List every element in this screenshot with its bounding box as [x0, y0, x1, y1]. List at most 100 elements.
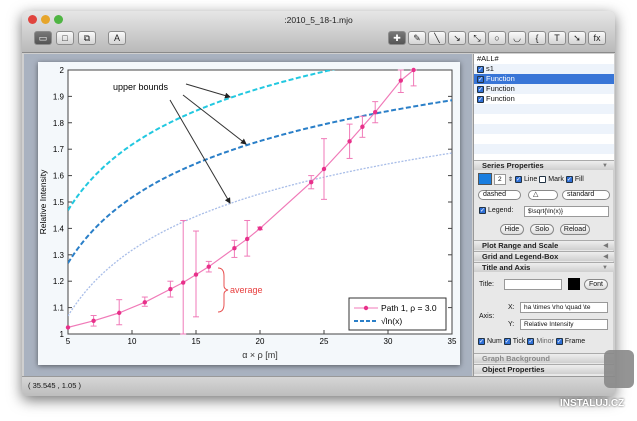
graph-background-header[interactable]: Graph Background	[474, 353, 614, 363]
title-axis-header[interactable]: Title and Axis ▼	[474, 262, 614, 272]
series-list-item[interactable]: #ALL#	[474, 54, 614, 64]
font-button[interactable]: A	[108, 31, 126, 45]
line-tool-button[interactable]: ╲	[428, 31, 446, 45]
disclosure-left-icon: ◀	[603, 254, 608, 260]
view-graph-button[interactable]: □	[56, 31, 74, 45]
graph-paper[interactable]: 5 10 15 20 25 30 35 1 1.1 1.2 1.3 1.4 1.5 1.6 1.7 1.8 1.…	[38, 62, 460, 365]
series-label: Function	[486, 84, 515, 93]
y-tick-label: 1.4	[53, 224, 65, 233]
tick-label: Tick	[512, 338, 526, 345]
series-checkbox[interactable]: ✓	[477, 65, 484, 73]
x-tick-label: 10	[128, 337, 137, 346]
x-axis-label: X:	[508, 304, 515, 311]
solo-button[interactable]: Solo	[530, 224, 554, 235]
pencil-tool-button[interactable]: ✎	[408, 31, 426, 45]
legend-checkbox[interactable]: ✓	[479, 207, 486, 214]
text-tool-button[interactable]: T	[548, 31, 566, 45]
y-axis-field[interactable]: Relative Intensity	[520, 319, 608, 330]
series-list[interactable]: #ALL# ✓ s1 ✓ Function ✓ Function ✓ Function	[474, 54, 614, 160]
data-point	[411, 67, 416, 73]
stepper-icon[interactable]: ⇕	[508, 176, 513, 183]
data-point	[91, 318, 96, 323]
section-title: Plot Range and Scale	[482, 241, 559, 250]
y-tick-label: 2	[60, 66, 65, 75]
mode-select[interactable]: standard	[562, 190, 610, 200]
arrow-tool-button[interactable]: ↘	[448, 31, 466, 45]
data-point	[398, 78, 403, 83]
series-checkbox[interactable]: ✓	[477, 75, 484, 83]
line-width-field[interactable]: 2	[494, 173, 506, 185]
y-tick-label: 1.9	[53, 92, 65, 101]
y-tick-label: 1.2	[53, 277, 65, 286]
tick-checkbox[interactable]: ✓	[503, 338, 511, 345]
series-checkbox[interactable]: ✓	[477, 95, 484, 103]
watermark-logo	[604, 350, 634, 388]
data-point	[65, 325, 71, 330]
status-bar: ( 35.545 , 1.05 )	[22, 376, 615, 396]
view-page-button[interactable]: ▭	[34, 31, 52, 45]
fill-checkbox[interactable]: ✓	[565, 175, 573, 183]
mark-checkbox[interactable]	[539, 175, 547, 183]
font-button[interactable]: Font	[584, 279, 608, 290]
document-canvas[interactable]: 5 10 15 20 25 30 35 1 1.1 1.2 1.3 1.4 1.5 1.6 1.7 1.8 1.…	[24, 54, 472, 376]
num-checkbox[interactable]: ✓	[478, 338, 485, 345]
series-label: #ALL#	[477, 54, 499, 63]
line-checkbox[interactable]: ✓	[515, 175, 523, 183]
data-point	[168, 286, 173, 292]
x-tick-label: 35	[448, 337, 457, 346]
x-tick-label: 25	[320, 337, 329, 346]
y-tick-label: 1.6	[53, 172, 65, 181]
select-tool-button[interactable]: ✚	[388, 31, 406, 45]
pointer-tool-button[interactable]: ➘	[568, 31, 586, 45]
color-well[interactable]	[478, 173, 492, 185]
frame-checkbox[interactable]: ✓	[555, 338, 563, 345]
watermark-text: INSTALUJ.CZ	[560, 398, 625, 409]
series-label: s1	[486, 64, 494, 73]
view-layers-button[interactable]: ⧉	[78, 31, 96, 45]
section-title: Title and Axis	[482, 263, 531, 272]
series-list-item[interactable]: ✓ Function	[474, 74, 614, 84]
reload-button[interactable]: Reload	[560, 224, 590, 235]
data-point	[232, 246, 237, 251]
annotation-average: average	[230, 285, 263, 295]
grid-legend-header[interactable]: Grid and Legend-Box ◀	[474, 251, 614, 261]
y-tick-label: 1.1	[53, 304, 65, 313]
data-point	[245, 236, 250, 242]
data-point	[181, 280, 186, 285]
series-label: Function	[486, 94, 515, 103]
function-tool-button[interactable]: fx	[588, 31, 606, 45]
fill-label: Fill	[574, 175, 584, 183]
mark-label: Mark	[548, 175, 564, 183]
x-axis-field[interactable]: ha \times \rho \quad \te	[520, 302, 608, 313]
section-title: Graph Background	[482, 354, 550, 363]
minor-checkbox[interactable]: ✓	[527, 338, 535, 345]
axis-label: Axis:	[479, 313, 495, 320]
title-field[interactable]	[504, 279, 562, 290]
y-tick-label: 1.5	[53, 198, 65, 207]
plot-range-header[interactable]: Plot Range and Scale ◀	[474, 240, 614, 250]
series-list-item[interactable]: ✓ Function	[474, 94, 614, 104]
series-list-item[interactable]: ✓ Function	[474, 84, 614, 94]
y-axis-label: Y:	[508, 321, 515, 328]
chart[interactable]: 5 10 15 20 25 30 35 1 1.1 1.2 1.3 1.4 1.5 1.6 1.7 1.8 1.…	[38, 62, 460, 365]
arc-tool-button[interactable]: ◡	[508, 31, 526, 45]
brace-tool-button[interactable]: {	[528, 31, 546, 45]
line-style-select[interactable]: dashed	[478, 190, 521, 200]
series-properties-header[interactable]: Series Properties ▼	[474, 160, 614, 170]
legend-field[interactable]: $\sqrt{\ln(x)}	[524, 206, 609, 217]
title-color-well[interactable]	[568, 278, 580, 290]
y-tick-label: 1.7	[53, 145, 65, 154]
object-properties-header[interactable]: Object Properties	[474, 364, 614, 374]
data-point	[257, 226, 263, 231]
marker-select[interactable]: △	[528, 190, 558, 200]
double-arrow-tool-button[interactable]: ⤡	[468, 31, 486, 45]
x-axis-label: α × ρ [m]	[242, 350, 278, 360]
series-checkbox[interactable]: ✓	[477, 85, 484, 93]
title-bar: :2010_5_18-1.mjo ▭ □ ⧉ A ✚ ✎ ╲ ↘ ⤡ ○ ◡{T ➘ fx	[22, 11, 615, 53]
series-list-item[interactable]: ✓ s1	[474, 64, 614, 74]
data-point	[360, 124, 365, 129]
hide-button[interactable]: Hide	[500, 224, 524, 235]
series-label: Function	[486, 74, 515, 83]
circle-tool-button[interactable]: ○	[488, 31, 506, 45]
data-point	[142, 300, 147, 305]
